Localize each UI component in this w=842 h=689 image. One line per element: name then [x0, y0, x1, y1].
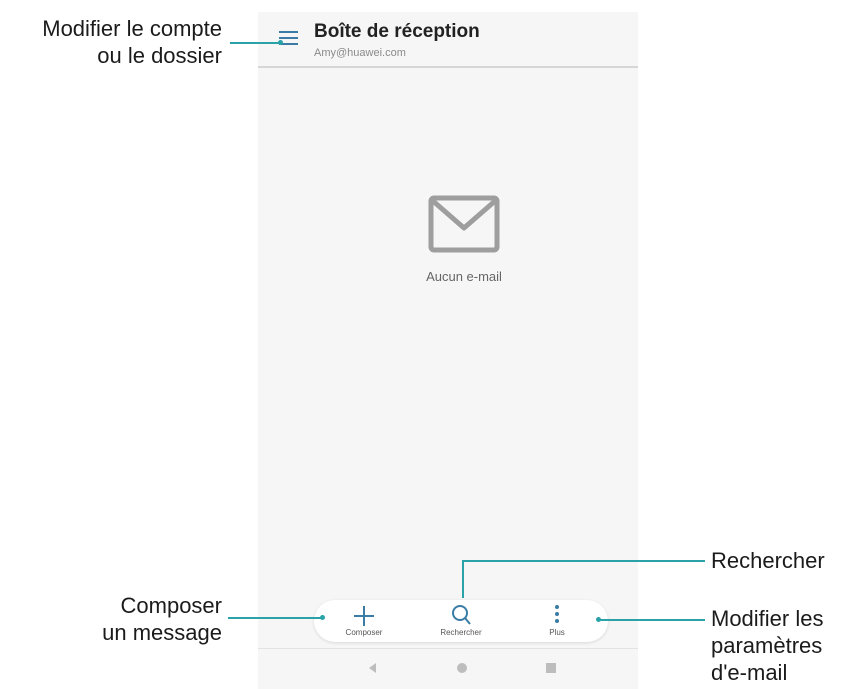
callout-search-line: [462, 560, 705, 562]
callout-settings-dot: [596, 617, 601, 622]
compose-label: Composer: [345, 628, 383, 637]
back-icon[interactable]: [366, 661, 380, 680]
home-icon[interactable]: [455, 661, 469, 680]
callout-settings-line3: d'e-mail: [711, 660, 788, 685]
page-title: Boîte de réception: [314, 21, 480, 42]
menu-icon[interactable]: [278, 28, 300, 48]
account-email[interactable]: Amy@huawei.com: [314, 47, 406, 59]
callout-compose-dot: [320, 615, 325, 620]
callout-search-vline: [462, 560, 464, 598]
callout-compose-line2: un message: [102, 620, 222, 645]
compose-button[interactable]: Composer: [324, 602, 404, 637]
callout-account: Modifier le compte ou le dossier: [0, 15, 222, 69]
callout-settings-line2: paramètres: [711, 633, 823, 658]
envelope-icon: [428, 195, 500, 253]
bottom-action-bar: Composer Rechercher Plus: [314, 600, 608, 642]
more-label: Plus: [549, 628, 565, 637]
system-nav-bar: [258, 648, 638, 689]
more-button[interactable]: Plus: [517, 602, 597, 637]
callout-settings: Modifier les paramètres d'e-mail: [711, 605, 823, 686]
callout-compose-line1: Composer: [120, 593, 222, 618]
callout-settings-line1: Modifier les: [711, 606, 824, 631]
search-label: Rechercher: [440, 628, 482, 637]
search-button[interactable]: Rechercher: [421, 602, 501, 637]
phone-screen: Boîte de réception Amy@huawei.com Aucun …: [258, 12, 638, 689]
callout-account-line: [230, 42, 280, 44]
callout-account-line1: Modifier le compte: [42, 16, 222, 41]
callout-account-line2: ou le dossier: [97, 43, 222, 68]
callout-search: Rechercher: [711, 548, 825, 573]
app-header: Boîte de réception Amy@huawei.com: [258, 12, 638, 68]
more-vertical-icon: [517, 602, 597, 628]
recents-icon[interactable]: [544, 661, 558, 680]
callout-compose-line: [228, 617, 323, 619]
empty-state-text: Aucun e-mail: [426, 269, 502, 284]
callout-settings-line: [598, 619, 705, 621]
plus-icon: [324, 602, 404, 628]
search-icon: [421, 602, 501, 628]
callout-compose: Composer un message: [22, 592, 222, 646]
callout-account-dot: [278, 40, 283, 45]
